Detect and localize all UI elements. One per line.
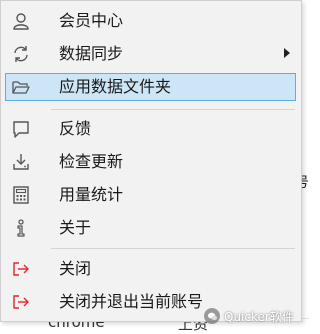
menu-item-label: 应用数据文件夹 [59,77,172,96]
menu-item-app-data-folder[interactable]: 应用数据文件夹 [5,73,296,101]
menu-item-label: 数据同步 [59,44,124,63]
menu-item-membership-center[interactable]: 会员中心 [5,7,296,35]
context-menu: 会员中心 数据同步 应用数据文件夹 反馈 检查更新 用量统计 关于 关闭 关闭并… [0,0,302,322]
submenu-arrow-icon [284,48,290,58]
sync-icon [11,44,31,64]
wechat-logo-icon [204,308,220,324]
exit-icon [11,292,31,312]
calculator-icon [11,185,31,205]
menu-item-about[interactable]: 关于 [5,214,296,242]
user-icon [11,11,31,31]
info-icon [11,218,31,238]
menu-item-check-update[interactable]: 检查更新 [5,148,296,176]
menu-item-label: 用量统计 [59,185,124,204]
exit-icon [11,259,31,279]
menu-item-label: 关闭并退出当前账号 [59,292,204,311]
menu-item-label: 关闭 [59,259,92,278]
watermark: Quicker软件 [204,305,294,327]
menu-item-label: 会员中心 [59,11,124,30]
menu-item-data-sync[interactable]: 数据同步 [5,40,296,68]
menu-item-usage-stats[interactable]: 用量统计 [5,181,296,209]
download-icon [11,152,31,172]
menu-separator [51,248,295,249]
watermark-text: Quicker软件 [224,309,294,324]
menu-separator [51,109,295,110]
menu-item-feedback[interactable]: 反馈 [5,115,296,143]
menu-item-label: 关于 [59,218,92,237]
folder-open-icon [11,77,31,97]
menu-item-label: 反馈 [59,119,92,138]
menu-item-close[interactable]: 关闭 [5,255,296,283]
menu-item-label: 检查更新 [59,152,124,171]
chat-bubble-icon [11,119,31,139]
